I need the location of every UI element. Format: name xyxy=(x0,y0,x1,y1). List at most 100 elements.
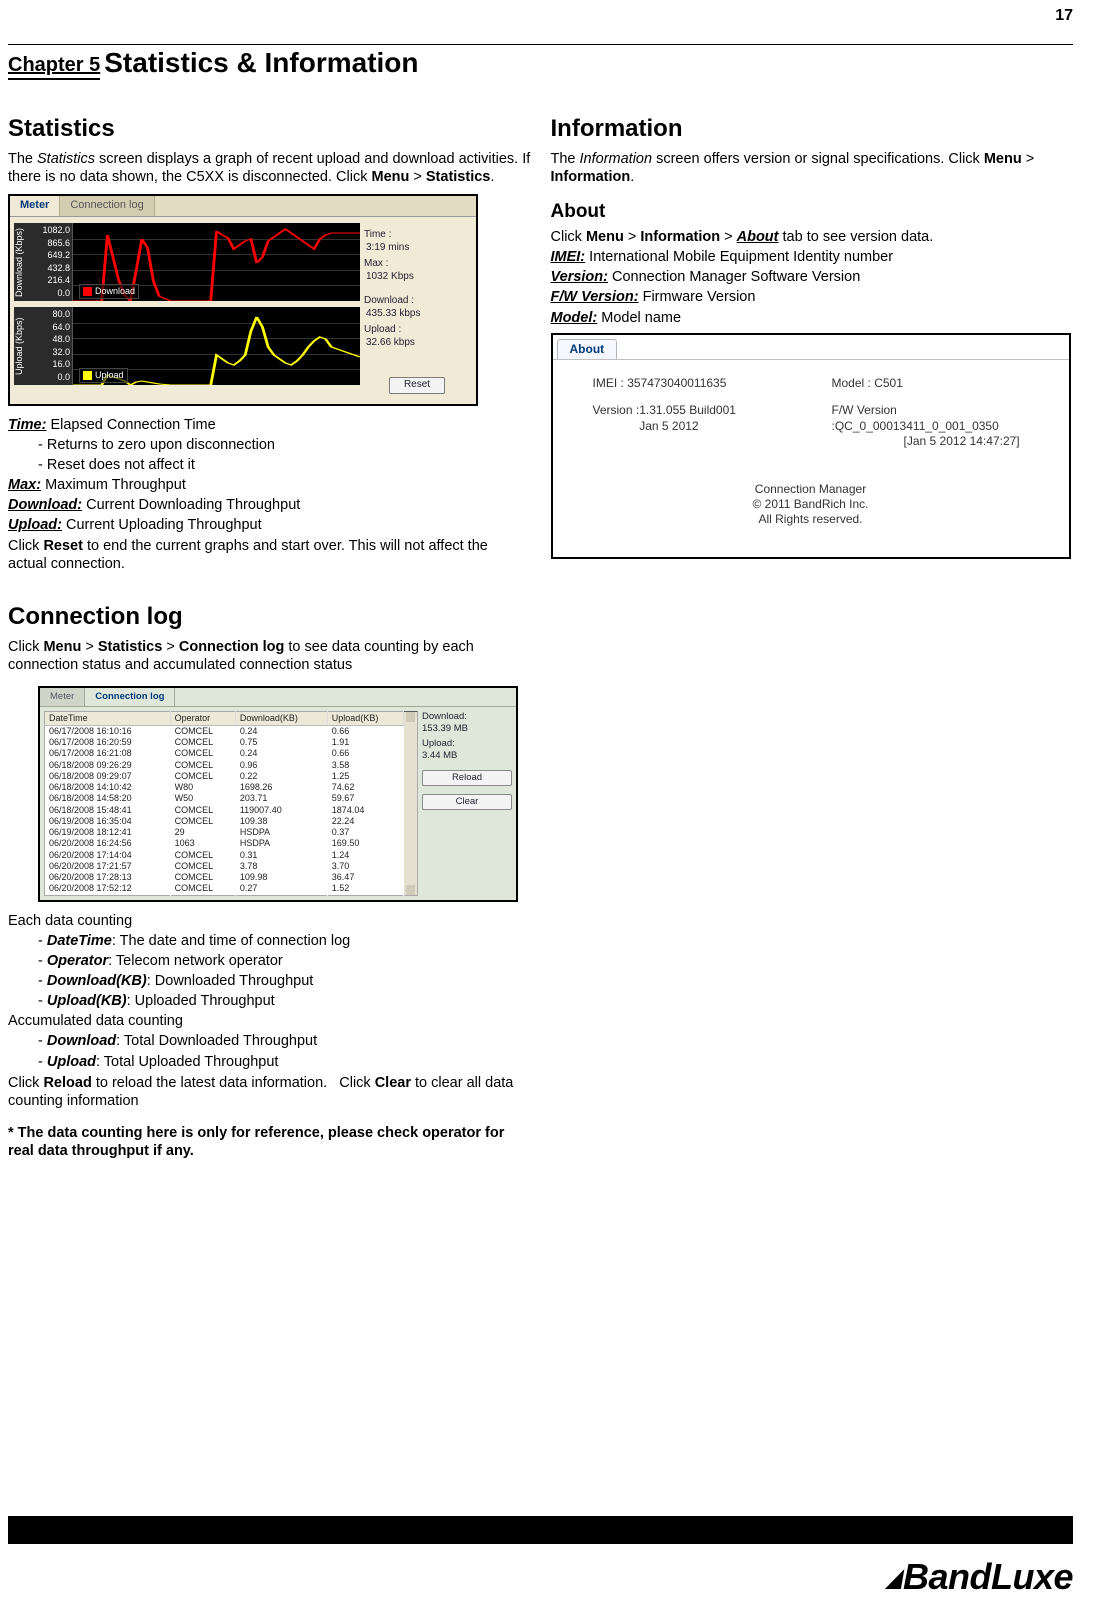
cell: W80 xyxy=(170,782,235,793)
col-datetime[interactable]: DateTime xyxy=(45,711,171,725)
col-operator[interactable]: Operator xyxy=(170,711,235,725)
col-download[interactable]: Download(KB) xyxy=(235,711,327,725)
red-swatch-icon xyxy=(83,287,92,296)
model-def: Model: Model name xyxy=(551,309,1074,327)
table-row[interactable]: 06/18/2008 14:58:20W50203.7159.67 xyxy=(45,793,404,804)
table-row[interactable]: 06/18/2008 15:48:41COMCEL119007.401874.0… xyxy=(45,805,404,816)
tick: 64.0 xyxy=(32,322,70,333)
table-row[interactable]: 06/19/2008 16:35:04COMCEL109.3822.24 xyxy=(45,816,404,827)
table-row[interactable]: 06/19/2008 18:12:4129HSDPA0.37 xyxy=(45,827,404,838)
tab-meter[interactable]: Meter xyxy=(10,196,60,216)
cell: COMCEL xyxy=(170,816,235,827)
yellow-swatch-icon xyxy=(83,371,92,380)
t: International Mobile Equipment Identity … xyxy=(585,249,893,265)
max-label: Max : xyxy=(364,258,470,271)
cell: 06/20/2008 17:52:12 xyxy=(45,883,171,895)
t: Download(KB) xyxy=(47,973,147,989)
t: Menu xyxy=(984,151,1022,167)
table-row[interactable]: 06/18/2008 14:10:42W801698.2674.62 xyxy=(45,782,404,793)
cell: COMCEL xyxy=(170,861,235,872)
version-value-2: Jan 5 2012 xyxy=(639,419,698,433)
log-table-wrap: DateTime Operator Download(KB) Upload(KB… xyxy=(44,711,418,896)
max-def: Max: Maximum Throughput xyxy=(8,476,531,494)
tick: 432.8 xyxy=(32,263,70,274)
meter-side-stats: Time : 3:19 mins Max : 1032 Kbps Downloa… xyxy=(364,223,472,396)
t: Connection log xyxy=(179,639,285,655)
t: Maximum Throughput xyxy=(41,477,186,493)
table-row[interactable]: 06/20/2008 17:14:04COMCEL0.311.24 xyxy=(45,850,404,861)
tab-about[interactable]: About xyxy=(557,339,618,359)
download-def: Download: Current Downloading Throughput xyxy=(8,496,531,514)
reset-sentence: Click Reset to end the current graphs an… xyxy=(8,537,531,573)
table-row[interactable]: 06/17/2008 16:20:59COMCEL0.751.91 xyxy=(45,737,404,748)
cell: 59.67 xyxy=(327,793,403,804)
cell: 109.98 xyxy=(235,872,327,883)
scrollbar[interactable] xyxy=(404,711,418,896)
cell: 06/20/2008 17:28:13 xyxy=(45,872,171,883)
t: Statistics xyxy=(426,169,490,185)
cell: 74.62 xyxy=(327,782,403,793)
t: Model: xyxy=(551,310,598,326)
connection-log-panel: Meter Connection log DateTime Operator D… xyxy=(38,686,518,902)
cell: 06/17/2008 16:21:08 xyxy=(45,748,171,759)
cell: 3.70 xyxy=(327,861,403,872)
table-row[interactable]: 06/17/2008 16:10:16COMCEL0.240.66 xyxy=(45,725,404,737)
tab-connection-log[interactable]: Connection log xyxy=(85,688,175,706)
table-row[interactable]: 06/18/2008 09:26:29COMCEL0.963.58 xyxy=(45,760,404,771)
cell: HSDPA xyxy=(235,838,327,849)
t: > xyxy=(409,169,426,185)
table-row[interactable]: 06/17/2008 16:21:08COMCEL0.240.66 xyxy=(45,748,404,759)
t: Clear xyxy=(375,1075,411,1091)
about-line: Click Menu > Information > About tab to … xyxy=(551,228,1074,246)
t: Information xyxy=(580,151,653,167)
cell: 0.24 xyxy=(235,748,327,759)
t: IMEI: xyxy=(551,249,586,265)
t: Elapsed Connection Time xyxy=(46,417,215,433)
cell: 22.24 xyxy=(327,816,403,827)
each-operator: - Operator: Telecom network operator xyxy=(38,952,531,970)
t: Time: xyxy=(8,417,46,433)
cell: 119007.40 xyxy=(235,805,327,816)
fw-value-2: [Jan 5 2012 14:47:27] xyxy=(904,434,1020,448)
t: Click xyxy=(551,229,586,245)
tab-meter[interactable]: Meter xyxy=(40,688,85,706)
reload-button[interactable]: Reload xyxy=(422,770,512,786)
t: > xyxy=(81,639,98,655)
cell: 0.31 xyxy=(235,850,327,861)
cell: COMCEL xyxy=(170,850,235,861)
table-row[interactable]: 06/20/2008 17:28:13COMCEL109.9836.47 xyxy=(45,872,404,883)
t: Menu xyxy=(586,229,624,245)
upload-ticks: 80.0 64.0 48.0 32.0 16.0 0.0 xyxy=(30,307,72,385)
t: Download: xyxy=(8,497,82,513)
table-row[interactable]: 06/18/2008 09:29:07COMCEL0.221.25 xyxy=(45,771,404,782)
cell: 06/17/2008 16:10:16 xyxy=(45,725,171,737)
information-heading: Information xyxy=(551,114,1074,144)
tick: 48.0 xyxy=(32,334,70,345)
tab-connection-log[interactable]: Connection log xyxy=(60,196,154,216)
cell: 0.27 xyxy=(235,883,327,895)
table-row[interactable]: 06/20/2008 17:21:57COMCEL3.783.70 xyxy=(45,861,404,872)
cell: COMCEL xyxy=(170,883,235,895)
imei-label: IMEI : xyxy=(593,376,624,390)
model-label: Model : xyxy=(832,376,871,390)
about-copyright: Connection Manager © 2011 BandRich Inc. … xyxy=(553,482,1069,527)
about-heading: About xyxy=(551,200,1074,224)
t: * The data counting here is only for ref… xyxy=(8,1125,504,1159)
each-upload: - Upload(KB): Uploaded Throughput xyxy=(38,992,531,1010)
t: : Total Uploaded Throughput xyxy=(96,1054,278,1070)
clear-button[interactable]: Clear xyxy=(422,794,512,810)
t: Upload(KB) xyxy=(47,993,127,1009)
cell: 0.66 xyxy=(327,725,403,737)
table-row[interactable]: 06/20/2008 17:52:12COMCEL0.271.52 xyxy=(45,883,404,895)
cell: 29 xyxy=(170,827,235,838)
statistics-heading: Statistics xyxy=(8,114,531,144)
cell: 0.75 xyxy=(235,737,327,748)
model-value: C501 xyxy=(874,376,903,390)
cell: 06/18/2008 15:48:41 xyxy=(45,805,171,816)
reset-button[interactable]: Reset xyxy=(389,377,445,394)
tick: 1082.0 xyxy=(32,225,70,236)
col-upload[interactable]: Upload(KB) xyxy=(327,711,403,725)
table-row[interactable]: 06/20/2008 16:24:561063HSDPA169.50 xyxy=(45,838,404,849)
log-tabs: Meter Connection log xyxy=(40,688,516,707)
time-bullet-2: - Reset does not affect it xyxy=(38,456,531,474)
